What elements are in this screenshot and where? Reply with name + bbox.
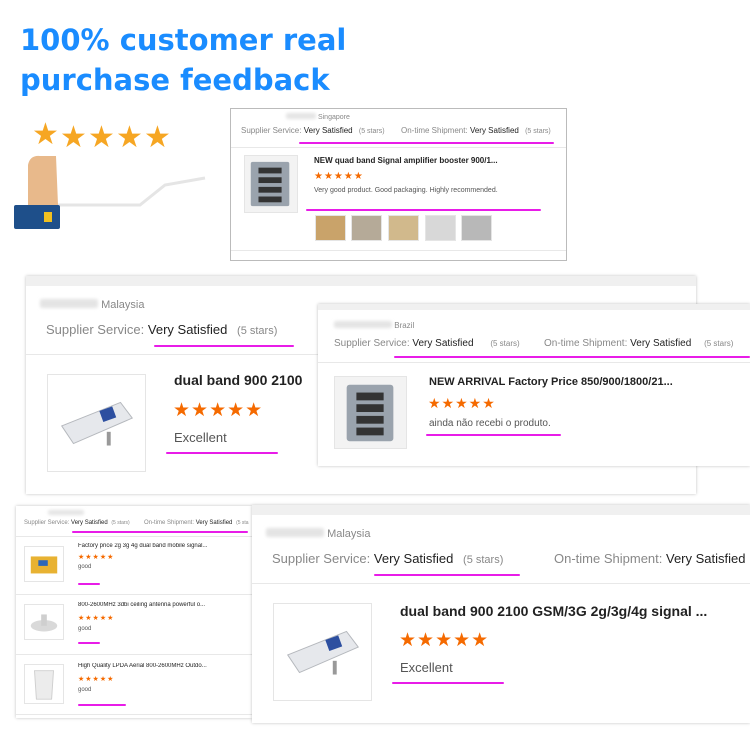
rating-stars: ★★★★★ <box>78 676 115 683</box>
reviewer-country: Malaysia <box>101 299 145 311</box>
ontime-shipment-row: On-time Shipment: Very Satisfied <box>554 551 746 566</box>
rating-stars: ★★★★★ <box>428 395 496 411</box>
product-title[interactable]: dual band 900 2100 <box>174 372 302 388</box>
supplier-service-row: Supplier Service: Very Satisfied (5 star… <box>24 520 130 526</box>
review-card-malaysia-2: Malaysia Supplier Service: Very Satisfie… <box>252 505 750 723</box>
product-image[interactable] <box>24 664 64 704</box>
ontime-shipment-row: On-time Shipment: Very Satisfied (5 star… <box>401 126 551 135</box>
rating-stars: ★★★★★ <box>78 554 115 561</box>
reviewer-country: Singapore <box>317 114 350 121</box>
product-image[interactable] <box>24 546 64 582</box>
star-icon: ★ <box>60 121 87 154</box>
ontime-shipment-row: On-time Shipment: Very Satisfied (5 star… <box>544 338 734 349</box>
review-comment: Very good product. Good packaging. Highl… <box>314 187 498 194</box>
review-comment: good <box>78 626 92 632</box>
review-photo[interactable] <box>425 215 456 241</box>
product-image[interactable] <box>24 604 64 640</box>
star-icon: ★ <box>32 118 59 151</box>
headline: 100% customer real purchase feedback <box>20 23 347 97</box>
product-title[interactable]: Factory price 2g 3g 4g dual band mobile … <box>78 543 248 549</box>
product-image[interactable] <box>47 374 146 472</box>
product-title[interactable]: NEW quad band Signal amplifier booster 9… <box>314 156 524 165</box>
rating-stars: ★★★★★ <box>399 630 490 651</box>
supplier-service-row: Supplier Service: Very Satisfied (5 star… <box>272 551 504 566</box>
review-comment: good <box>78 564 92 570</box>
review-comment: Excellent <box>174 430 227 445</box>
product-title[interactable]: dual band 900 2100 GSM/3G 2g/3g/4g signa… <box>400 603 740 619</box>
star-icon: ★ <box>116 121 143 154</box>
product-title[interactable]: High Quality LPDA Aerial 800-2600MHz Out… <box>78 663 248 669</box>
star-icon: ★ <box>88 121 115 154</box>
product-image[interactable] <box>334 376 407 449</box>
rating-stars: ★★★★★ <box>314 171 364 182</box>
review-photo[interactable] <box>461 215 492 241</box>
review-photo[interactable] <box>388 215 419 241</box>
rating-stars: ★★★★★ <box>173 400 264 421</box>
review-card-multi-item: Supplier Service: Very Satisfied (5 star… <box>16 506 252 718</box>
review-photo[interactable] <box>315 215 346 241</box>
supplier-service-row: Supplier Service: Very Satisfied (5 star… <box>46 322 278 337</box>
ontime-shipment-row: On-time Shipment: Very Satisfied (5 sta <box>144 520 249 526</box>
reviewer-country: Brazil <box>394 321 415 330</box>
rating-stars: ★★★★★ <box>78 615 115 622</box>
supplier-service-row: Supplier Service: Very Satisfied (5 star… <box>241 126 385 135</box>
review-comment: ainda não recebi o produto. <box>429 418 551 429</box>
product-title[interactable]: NEW ARRIVAL Factory Price 850/900/1800/2… <box>429 376 689 388</box>
product-title[interactable]: 800-2600MHz 3dbi ceiling antenna powerfu… <box>78 602 248 608</box>
reviewer-country: Malaysia <box>327 528 371 540</box>
product-image[interactable] <box>273 603 372 701</box>
review-card-singapore: Singapore Supplier Service: Very Satisfi… <box>230 108 567 261</box>
review-card-brazil: Brazil Supplier Service: Very Satisfied … <box>318 304 750 466</box>
review-comment: good <box>78 687 92 693</box>
review-comment: Excellent <box>400 660 453 675</box>
product-image[interactable] <box>244 155 298 213</box>
supplier-service-row: Supplier Service: Very Satisfied (5 star… <box>334 338 520 349</box>
star-icon: ★ <box>144 121 171 154</box>
review-photo[interactable] <box>351 215 382 241</box>
